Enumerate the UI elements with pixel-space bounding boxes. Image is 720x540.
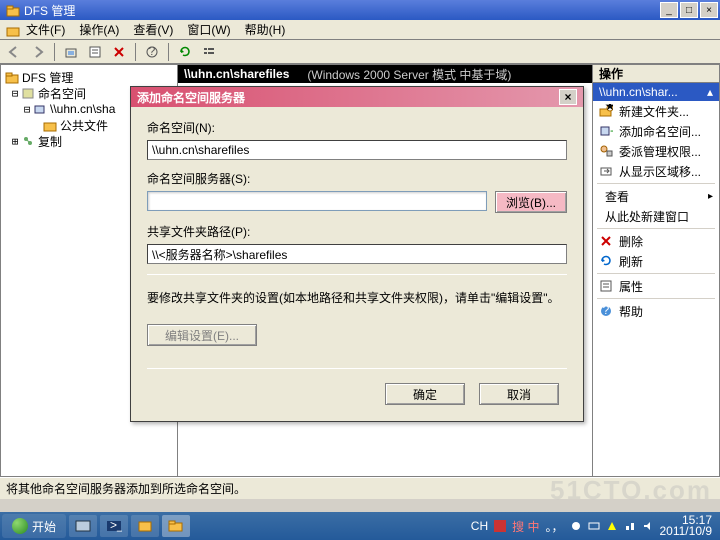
delete-icon — [599, 234, 613, 248]
props-icon — [599, 279, 613, 293]
delete-button[interactable] — [109, 42, 129, 62]
server-add-icon: + — [599, 124, 613, 138]
keyboard-icon[interactable] — [588, 520, 600, 532]
start-label: 开始 — [32, 518, 56, 535]
actions-subheader[interactable]: \\uhn.cn\shar... ▴ — [593, 83, 719, 101]
menu-view[interactable]: 查看(V) — [133, 21, 173, 38]
share-label: 共享文件夹路径(P): — [147, 223, 567, 240]
actions-header: 操作 — [593, 65, 719, 83]
action-help[interactable]: ?帮助 — [593, 301, 719, 321]
date: 2011/10/9 — [660, 526, 713, 537]
system-tray: CH 搜 中 。， 15:17 2011/10/9 — [471, 515, 718, 537]
tree-rep-label: 复制 — [38, 133, 62, 150]
tree-ns-label: 命名空间 — [38, 85, 86, 102]
menubar: 文件(F) 操作(A) 查看(V) 窗口(W) 帮助(H) — [0, 20, 720, 40]
menu-help[interactable]: 帮助(H) — [245, 21, 286, 38]
dialog-close-button[interactable]: × — [559, 89, 577, 105]
tree-server-label: \\uhn.cn\sha — [50, 102, 115, 116]
app-icon — [6, 3, 20, 17]
pathbar: \\uhn.cn\sharefiles (Windows 2000 Server… — [178, 65, 592, 83]
action-move[interactable]: 从显示区域移... — [593, 161, 719, 181]
svg-text:>_: >_ — [110, 519, 122, 532]
tree-root[interactable]: DFS 管理 — [3, 69, 175, 85]
window-title: DFS 管理 — [24, 2, 75, 19]
tray-icon[interactable] — [606, 520, 618, 532]
menu-action[interactable]: 操作(A) — [79, 21, 119, 38]
actions-sub-label: \\uhn.cn\shar... — [599, 85, 678, 99]
add-namespace-server-dialog: 添加命名空间服务器 × 命名空间(N): \\uhn.cn\sharefiles… — [130, 86, 584, 422]
taskbar-powershell[interactable]: >_ — [100, 515, 128, 537]
network-icon[interactable] — [624, 520, 636, 532]
action-properties[interactable]: 属性 — [593, 276, 719, 296]
volume-icon[interactable] — [642, 520, 654, 532]
submenu-arrow-icon: ▸ — [708, 191, 713, 202]
refresh-icon — [599, 254, 613, 268]
namespace-label: 命名空间(N): — [147, 119, 567, 136]
taskbar-server[interactable] — [131, 515, 159, 537]
delegate-icon — [599, 144, 613, 158]
action-delegate[interactable]: 委派管理权限... — [593, 141, 719, 161]
list-button[interactable] — [199, 42, 219, 62]
move-icon — [599, 164, 613, 178]
help-icon: ? — [599, 304, 613, 318]
tree-pub-label: 公共文件 — [60, 117, 108, 134]
refresh-button[interactable] — [175, 42, 195, 62]
menu-file[interactable]: 文件(F) — [26, 21, 65, 38]
menu-window[interactable]: 窗口(W) — [187, 21, 230, 38]
taskbar-explorer[interactable] — [69, 515, 97, 537]
tray-icon[interactable] — [570, 520, 582, 532]
ime-status[interactable]: 搜 中 — [512, 518, 539, 535]
action-add-namespace[interactable]: +添加命名空间... — [593, 121, 719, 141]
help-button[interactable]: ? — [142, 42, 162, 62]
server-label: 命名空间服务器(S): — [147, 170, 567, 187]
ok-button[interactable]: 确定 — [385, 383, 465, 405]
folder-new-icon: ★ — [599, 104, 613, 118]
tray-icon[interactable] — [494, 520, 506, 532]
collapse-icon: ▴ — [707, 85, 713, 99]
tree-root-label: DFS 管理 — [22, 69, 73, 86]
cancel-button[interactable]: 取消 — [479, 383, 559, 405]
up-button[interactable] — [61, 42, 81, 62]
dialog-titlebar: 添加命名空间服务器 × — [131, 87, 583, 107]
share-path-field: \\<服务器名称>\sharefiles — [147, 244, 567, 264]
expand-toggle[interactable]: ⊞ — [9, 135, 21, 148]
actions-panel: 操作 \\uhn.cn\shar... ▴ ★新建文件夹... +添加命名空间.… — [592, 64, 720, 477]
minimize-button[interactable]: _ — [660, 2, 678, 18]
dialog-note: 要修改共享文件夹的设置(如本地路径和共享文件夹权限)，请单击"编辑设置"。 — [147, 289, 567, 306]
expand-toggle[interactable]: ⊟ — [9, 87, 21, 100]
forward-button[interactable] — [28, 42, 48, 62]
action-refresh[interactable]: 刷新 — [593, 251, 719, 271]
action-delete[interactable]: 删除 — [593, 231, 719, 251]
close-button[interactable]: × — [700, 2, 718, 18]
svg-text:?: ? — [149, 45, 156, 58]
props-button[interactable] — [85, 42, 105, 62]
taskbar: 开始 >_ CH 搜 中 。， 15:17 2011/10/9 — [0, 512, 720, 540]
namespace-field: \\uhn.cn\sharefiles — [147, 140, 567, 160]
action-new-window[interactable]: 从此处新建窗口 — [593, 206, 719, 226]
server-input[interactable] — [147, 191, 487, 211]
browse-button[interactable]: 浏览(B)... — [495, 191, 567, 213]
back-button[interactable] — [4, 42, 24, 62]
statusbar: 将其他命名空间服务器添加到所选命名空间。 — [0, 477, 720, 499]
maximize-button[interactable]: □ — [680, 2, 698, 18]
path-text: \\uhn.cn\sharefiles — [184, 67, 289, 81]
toolbar: ? — [0, 40, 720, 64]
action-new-folder[interactable]: ★新建文件夹... — [593, 101, 719, 121]
svg-text:★: ★ — [605, 104, 613, 113]
ime-indicator[interactable]: CH — [471, 519, 488, 533]
clock[interactable]: 15:17 2011/10/9 — [660, 515, 713, 537]
status-text: 将其他命名空间服务器添加到所选命名空间。 — [6, 480, 246, 497]
path-extra: (Windows 2000 Server 模式 中基于域) — [307, 66, 511, 83]
dialog-title: 添加命名空间服务器 — [137, 89, 245, 106]
svg-text:?: ? — [603, 304, 610, 317]
action-view[interactable]: 查看▸ — [593, 186, 719, 206]
titlebar: DFS 管理 _ □ × — [0, 0, 720, 20]
edit-settings-button[interactable]: 编辑设置(E)... — [147, 324, 257, 346]
doc-icon — [6, 23, 20, 37]
expand-toggle[interactable]: ⊟ — [21, 103, 33, 116]
taskbar-dfs[interactable] — [162, 515, 190, 537]
svg-text:+: + — [610, 124, 613, 138]
start-button[interactable]: 开始 — [2, 514, 66, 538]
windows-orb-icon — [12, 518, 28, 534]
